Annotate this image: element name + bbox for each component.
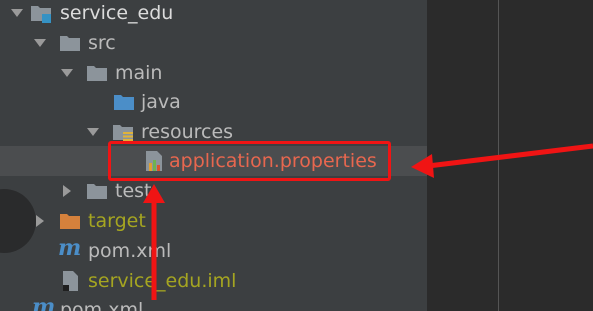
editor-right-margin-line [498, 0, 499, 311]
tree-row-service-edu[interactable]: service_edu [0, 0, 427, 28]
tree-label-test: test [115, 180, 152, 202]
highlight-box [108, 141, 391, 181]
expanded-arrow-icon[interactable] [31, 34, 49, 52]
tree-label-java: java [141, 91, 181, 113]
tree-label-main: main [115, 62, 163, 84]
iml-file-icon [63, 271, 78, 291]
tree-label-parent-pom-xml: pom.xml [60, 299, 144, 311]
expanded-arrow-icon[interactable] [58, 64, 76, 82]
resources-folder-icon [113, 125, 133, 141]
folder-icon [87, 66, 107, 81]
folder-icon [60, 36, 80, 51]
maven-icon: m [32, 294, 56, 311]
tree-row-src[interactable]: src [0, 28, 427, 58]
tree-label-service-edu-iml: service_edu.iml [88, 270, 237, 292]
maven-icon: m [58, 235, 82, 261]
excluded-folder-icon [60, 214, 80, 229]
tree-row-target[interactable]: target [0, 206, 427, 236]
tree-row-java[interactable]: java [0, 87, 427, 117]
tree-label-service-edu: service_edu [60, 2, 174, 24]
tree-label-pom-xml: pom.xml [88, 240, 172, 262]
expanded-arrow-icon[interactable] [84, 123, 102, 141]
source-folder-icon [114, 95, 134, 110]
tree-row-service-edu-iml[interactable]: service_edu.iml [0, 266, 427, 296]
folder-icon [87, 184, 107, 199]
collapsed-arrow-icon[interactable] [58, 182, 76, 200]
ide-window: service_edu src main java resources appl… [0, 0, 593, 311]
module-folder-icon [31, 6, 51, 23]
tree-row-main[interactable]: main [0, 58, 427, 88]
tree-label-target: target [88, 210, 146, 232]
tree-row-pom-xml[interactable]: m pom.xml [0, 236, 427, 266]
tree-label-src: src [88, 32, 116, 54]
tree-row-parent-pom-xml[interactable]: m pom.xml [0, 295, 427, 311]
expanded-arrow-icon[interactable] [8, 4, 26, 22]
editor-area [427, 0, 593, 311]
collapsed-arrow-icon[interactable] [31, 212, 49, 230]
